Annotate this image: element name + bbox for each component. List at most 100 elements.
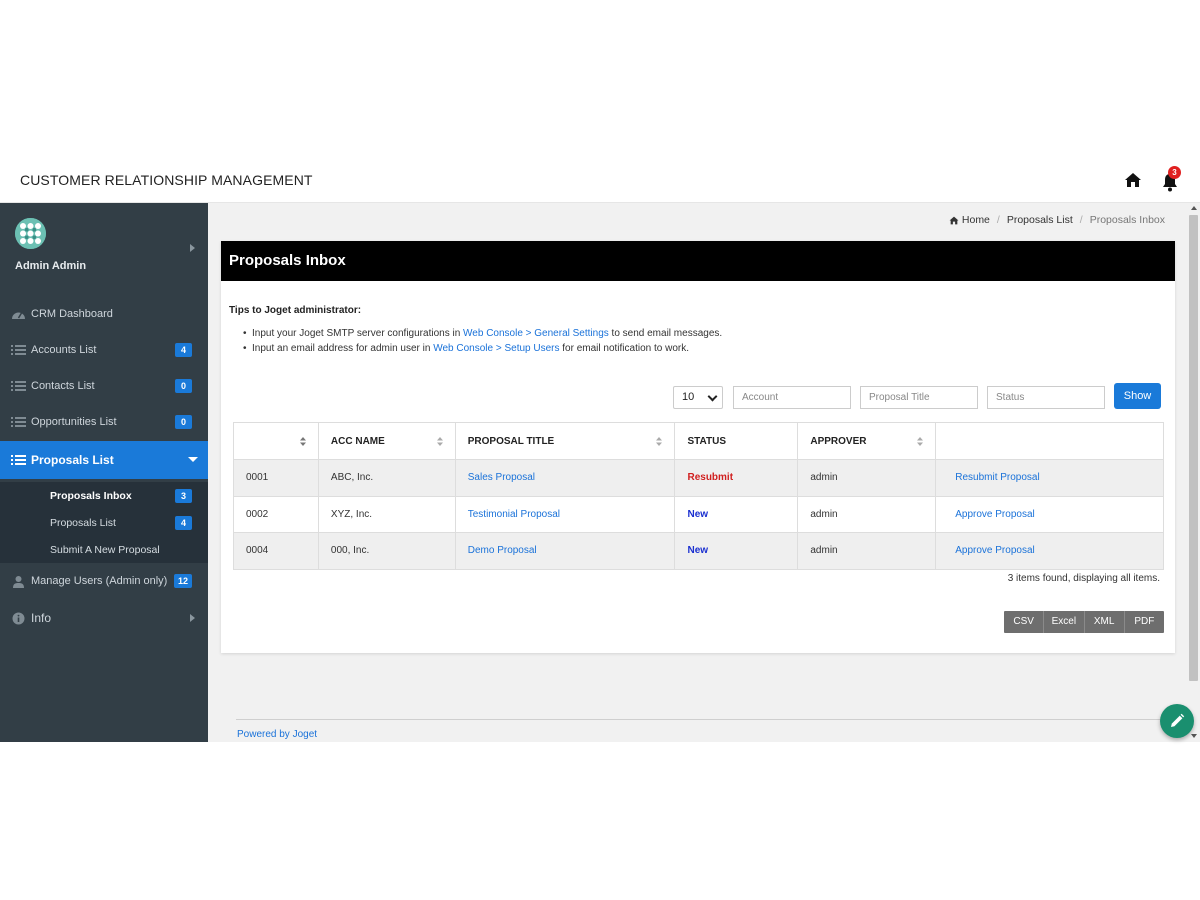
page-title: Proposals Inbox (229, 252, 346, 269)
export-pdf-button[interactable]: PDF (1125, 611, 1164, 633)
column-header-id[interactable] (233, 422, 319, 460)
status-filter-input[interactable] (987, 386, 1105, 409)
sort-icon (656, 437, 663, 446)
avatar (15, 218, 46, 249)
resubmit-proposal-link[interactable]: Resubmit Proposal (955, 472, 1039, 483)
chevron-down-icon (707, 391, 718, 402)
submenu-item-submit-new-proposal[interactable]: Submit A New Proposal (0, 536, 208, 563)
proposals-table: ACC NAME PROPOSAL TITLE STATUS APPROVER … (233, 422, 1164, 570)
approve-proposal-link[interactable]: Approve Proposal (955, 545, 1035, 556)
count-badge: 4 (175, 343, 192, 357)
account-filter-input[interactable] (733, 386, 851, 409)
submenu-item-label: Proposals Inbox (50, 489, 132, 502)
top-bar: CUSTOMER RELATIONSHIP MANAGEMENT 3 (0, 160, 1200, 203)
cell-status: New (674, 532, 799, 570)
tip-item: Input an email address for admin user in… (243, 341, 722, 356)
user-profile[interactable]: Admin Admin (0, 203, 208, 293)
sidebar-item-label: Info (31, 611, 52, 625)
home-icon[interactable] (1124, 172, 1144, 190)
column-header-approver[interactable]: APPROVER (797, 422, 937, 460)
list-icon (10, 453, 26, 467)
table-header-row: ACC NAME PROPOSAL TITLE STATUS APPROVER (233, 422, 1164, 460)
notification-bell-button[interactable]: 3 (1160, 166, 1186, 194)
app-window: CUSTOMER RELATIONSHIP MANAGEMENT 3 Admin… (0, 160, 1200, 742)
column-header-proposal-title[interactable]: PROPOSAL TITLE (454, 422, 676, 460)
powered-by-link[interactable]: Powered by Joget (237, 729, 317, 740)
proposals-submenu: Proposals Inbox 3 Proposals List 4 Submi… (0, 482, 208, 563)
general-settings-link[interactable]: Web Console > General Settings (463, 328, 609, 339)
cell-id: 0001 (233, 459, 319, 497)
cell-action: Approve Proposal (935, 495, 1164, 533)
tip-text: Input your Joget SMTP server configurati… (252, 328, 464, 339)
cell-status: Resubmit (674, 459, 799, 497)
count-badge: 12 (173, 574, 192, 588)
cell-action: Approve Proposal (935, 532, 1164, 570)
column-header-action (935, 422, 1164, 460)
dashboard-icon (10, 307, 26, 321)
status-badge: New (687, 508, 709, 520)
breadcrumb: Home / Proposals List / Proposals Inbox (949, 214, 1165, 226)
sidebar-item-crm-dashboard[interactable]: CRM Dashboard (0, 296, 208, 332)
edit-fab-button[interactable] (1160, 704, 1194, 738)
export-xml-button[interactable]: XML (1085, 611, 1125, 633)
count-badge: 3 (175, 489, 192, 503)
breadcrumb-separator: / (1079, 214, 1083, 226)
proposal-title-filter-input[interactable] (860, 386, 978, 409)
sidebar-item-info[interactable]: Info (0, 600, 208, 636)
sidebar-item-accounts-list[interactable]: Accounts List 4 (0, 332, 208, 368)
submenu-item-proposals-inbox[interactable]: Proposals Inbox 3 (0, 482, 208, 509)
cell-approver: admin (797, 459, 937, 497)
sidebar-item-manage-users[interactable]: Manage Users (Admin only) 12 (0, 563, 208, 599)
column-label: STATUS (687, 435, 726, 447)
table-row: 0001 ABC, Inc. Sales Proposal Resubmit a… (233, 459, 1164, 497)
submenu-item-proposals-list[interactable]: Proposals List 4 (0, 509, 208, 536)
page-size-value: 10 (682, 391, 695, 403)
list-icon (10, 379, 26, 393)
approve-proposal-link[interactable]: Approve Proposal (955, 509, 1035, 520)
proposal-title-link[interactable]: Testimonial Proposal (468, 509, 560, 520)
cell-proposal-title: Sales Proposal (454, 459, 676, 497)
main-content: Home / Proposals List / Proposals Inbox … (208, 203, 1188, 742)
scroll-up-arrow-icon[interactable] (1191, 206, 1197, 210)
sidebar-item-opportunities-list[interactable]: Opportunities List 0 (0, 404, 208, 440)
sidebar-item-contacts-list[interactable]: Contacts List 0 (0, 368, 208, 404)
tip-text: for email notification to work. (559, 343, 689, 354)
chevron-right-icon (190, 244, 195, 252)
export-csv-button[interactable]: CSV (1004, 611, 1045, 633)
proposals-inbox-panel: Proposals Inbox Tips to Joget administra… (221, 241, 1175, 653)
status-badge: Resubmit (687, 472, 734, 484)
user-name: Admin Admin (15, 260, 87, 272)
cell-acc-name: XYZ, Inc. (317, 495, 456, 533)
column-header-acc-name[interactable]: ACC NAME (317, 422, 456, 460)
proposal-title-link[interactable]: Demo Proposal (468, 545, 537, 556)
sidebar-item-label: Accounts List (31, 344, 97, 356)
proposal-title-link[interactable]: Sales Proposal (468, 472, 535, 483)
setup-users-link[interactable]: Web Console > Setup Users (433, 343, 559, 354)
vertical-scrollbar[interactable] (1188, 203, 1200, 742)
cell-acc-name: ABC, Inc. (317, 459, 456, 497)
cell-status: New (674, 495, 799, 533)
cell-acc-name: 000, Inc. (317, 532, 456, 570)
breadcrumb-home-label: Home (961, 214, 990, 226)
page-size-select[interactable]: 10 (673, 386, 723, 409)
column-header-status[interactable]: STATUS (674, 422, 799, 460)
app-title: CUSTOMER RELATIONSHIP MANAGEMENT (20, 172, 313, 188)
list-icon (10, 343, 26, 357)
panel-header: Proposals Inbox (221, 241, 1175, 281)
breadcrumb-proposals-list[interactable]: Proposals List (1007, 214, 1073, 226)
count-badge: 0 (175, 415, 192, 429)
tip-item: Input your Joget SMTP server configurati… (243, 326, 722, 341)
tip-text: Input an email address for admin user in (252, 343, 434, 354)
sidebar-item-proposals-list[interactable]: Proposals List (0, 441, 208, 479)
sidebar-item-label: CRM Dashboard (31, 308, 113, 320)
show-button[interactable]: Show (1114, 383, 1161, 409)
user-icon (10, 574, 26, 588)
scroll-down-arrow-icon[interactable] (1191, 734, 1197, 738)
breadcrumb-home[interactable]: Home (949, 214, 990, 226)
export-excel-button[interactable]: Excel (1044, 611, 1085, 633)
pencil-icon (1171, 713, 1185, 727)
scrollbar-thumb[interactable] (1189, 215, 1198, 681)
count-badge: 0 (175, 379, 192, 393)
table-row: 0002 XYZ, Inc. Testimonial Proposal New … (233, 495, 1164, 533)
info-icon (10, 611, 26, 625)
